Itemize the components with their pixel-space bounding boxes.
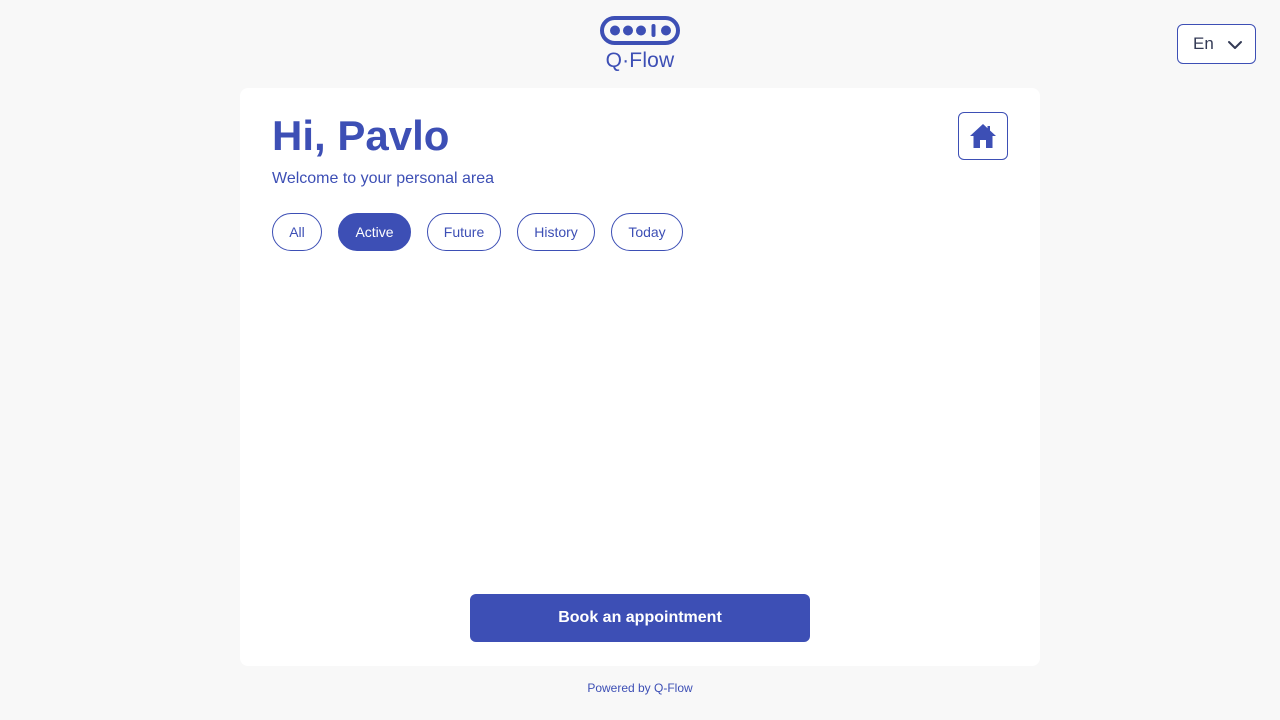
home-icon	[970, 124, 996, 148]
qflow-logo: Q·Flow	[599, 16, 681, 76]
language-value: En	[1193, 34, 1214, 53]
tab-all[interactable]: All	[272, 213, 322, 251]
language-select[interactable]: En	[1177, 24, 1256, 64]
home-button[interactable]	[958, 112, 1008, 160]
tab-active[interactable]: Active	[338, 213, 411, 251]
qflow-logo-icon	[600, 16, 680, 45]
tab-future[interactable]: Future	[427, 213, 501, 251]
book-appointment-button[interactable]: Book an appointment	[470, 594, 810, 642]
footer-powered-by: Powered by Q-Flow	[587, 681, 693, 695]
tab-history[interactable]: History	[517, 213, 595, 251]
brand-name: Q·Flow	[605, 49, 675, 72]
chevron-down-icon	[1228, 41, 1242, 49]
tab-today[interactable]: Today	[611, 213, 683, 251]
page-subtitle: Welcome to your personal area	[272, 170, 495, 187]
page-title: Hi, Pavlo	[272, 112, 450, 159]
main-card: Hi, Pavlo Welcome to your personal area …	[240, 88, 1040, 666]
